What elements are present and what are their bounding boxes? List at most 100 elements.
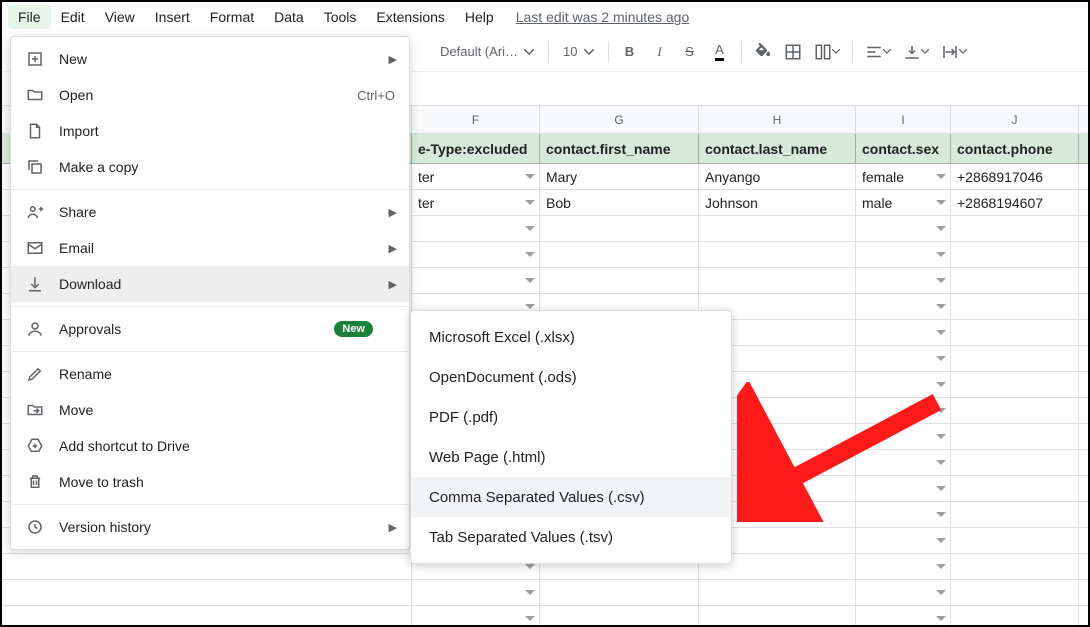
cell[interactable] — [412, 242, 540, 267]
cell[interactable]: Bob — [540, 190, 699, 215]
download-html[interactable]: Web Page (.html) — [411, 437, 731, 477]
download-ods[interactable]: OpenDocument (.ods) — [411, 357, 731, 397]
font-family-selector[interactable]: Default (Ari… — [434, 44, 540, 59]
dropdown-caret-icon[interactable] — [525, 304, 535, 310]
menu-help[interactable]: Help — [455, 5, 504, 29]
cell[interactable] — [856, 476, 951, 501]
cell[interactable]: Anyango — [699, 164, 856, 189]
cell[interactable] — [856, 528, 951, 553]
fill-color-button[interactable] — [750, 38, 776, 66]
menu-item-open[interactable]: Open Ctrl+O — [11, 77, 409, 113]
cell[interactable] — [856, 450, 951, 475]
menu-edit[interactable]: Edit — [51, 5, 95, 29]
cell[interactable] — [856, 606, 951, 625]
dropdown-caret-icon[interactable] — [525, 200, 535, 206]
cell[interactable] — [856, 398, 951, 423]
cell[interactable] — [412, 606, 540, 625]
download-csv[interactable]: Comma Separated Values (.csv) — [411, 477, 731, 517]
text-wrap-button[interactable] — [937, 38, 971, 66]
cell[interactable] — [540, 242, 699, 267]
cell[interactable] — [951, 372, 1079, 397]
cell[interactable] — [412, 216, 540, 241]
cell[interactable]: Mary — [540, 164, 699, 189]
menu-format[interactable]: Format — [200, 5, 264, 29]
cell[interactable] — [951, 450, 1079, 475]
cell[interactable] — [856, 346, 951, 371]
cell[interactable] — [699, 216, 856, 241]
dropdown-caret-icon[interactable] — [936, 356, 946, 362]
dropdown-caret-icon[interactable] — [525, 278, 535, 284]
cell[interactable]: ter — [412, 190, 540, 215]
cell[interactable] — [412, 268, 540, 293]
borders-button[interactable] — [780, 38, 806, 66]
dropdown-caret-icon[interactable] — [936, 434, 946, 440]
dropdown-caret-icon[interactable] — [525, 564, 535, 570]
menu-item-make-copy[interactable]: Make a copy — [11, 149, 409, 185]
cell[interactable]: +2868194607 — [951, 190, 1079, 215]
menu-item-add-shortcut[interactable]: Add shortcut to Drive — [11, 428, 409, 464]
cell[interactable] — [856, 216, 951, 241]
cell[interactable]: Johnson — [699, 190, 856, 215]
dropdown-caret-icon[interactable] — [936, 252, 946, 258]
menu-file[interactable]: File — [8, 5, 51, 29]
dropdown-caret-icon[interactable] — [525, 616, 535, 622]
cell[interactable] — [951, 476, 1079, 501]
menu-item-rename[interactable]: Rename — [11, 356, 409, 392]
dropdown-caret-icon[interactable] — [936, 174, 946, 180]
dropdown-caret-icon[interactable] — [936, 304, 946, 310]
header-cell[interactable]: contact.sex — [856, 134, 951, 163]
dropdown-caret-icon[interactable] — [525, 590, 535, 596]
download-tsv[interactable]: Tab Separated Values (.tsv) — [411, 517, 731, 557]
cell[interactable] — [699, 242, 856, 267]
cell[interactable] — [412, 580, 540, 605]
menu-item-trash[interactable]: Move to trash — [11, 464, 409, 500]
dropdown-caret-icon[interactable] — [936, 278, 946, 284]
col-header-i[interactable]: I — [856, 106, 951, 133]
menu-item-version-history[interactable]: Version history ▶ — [11, 509, 409, 545]
cell[interactable] — [951, 606, 1079, 625]
menu-item-share[interactable]: Share ▶ — [11, 194, 409, 230]
menu-extensions[interactable]: Extensions — [366, 5, 454, 29]
dropdown-caret-icon[interactable] — [936, 382, 946, 388]
cell[interactable] — [540, 580, 699, 605]
header-cell[interactable]: e-Type:excluded — [412, 134, 540, 163]
menu-data[interactable]: Data — [264, 5, 314, 29]
header-cell[interactable]: contact.first_name — [540, 134, 699, 163]
menu-view[interactable]: View — [95, 5, 145, 29]
italic-button[interactable]: I — [647, 38, 673, 66]
cell[interactable] — [951, 294, 1079, 319]
cell[interactable] — [699, 268, 856, 293]
cell[interactable] — [699, 606, 856, 625]
cell[interactable] — [951, 528, 1079, 553]
cell[interactable]: ter — [412, 164, 540, 189]
header-cell[interactable]: contact.last_name — [699, 134, 856, 163]
col-header-j[interactable]: J — [951, 106, 1079, 133]
dropdown-caret-icon[interactable] — [936, 200, 946, 206]
dropdown-caret-icon[interactable] — [525, 226, 535, 232]
dropdown-caret-icon[interactable] — [936, 564, 946, 570]
cell[interactable] — [699, 580, 856, 605]
cell[interactable] — [951, 554, 1079, 579]
download-pdf[interactable]: PDF (.pdf) — [411, 397, 731, 437]
download-xlsx[interactable]: Microsoft Excel (.xlsx) — [411, 317, 731, 357]
strikethrough-button[interactable]: S — [677, 38, 703, 66]
cell[interactable] — [856, 242, 951, 267]
cell[interactable] — [951, 346, 1079, 371]
cell[interactable] — [856, 554, 951, 579]
cell[interactable] — [951, 502, 1079, 527]
cell[interactable] — [951, 424, 1079, 449]
dropdown-caret-icon[interactable] — [525, 252, 535, 258]
cell[interactable] — [540, 216, 699, 241]
dropdown-caret-icon[interactable] — [525, 174, 535, 180]
dropdown-caret-icon[interactable] — [936, 616, 946, 622]
menu-item-email[interactable]: Email ▶ — [11, 230, 409, 266]
menu-item-download[interactable]: Download ▶ — [11, 266, 409, 302]
cell[interactable] — [540, 268, 699, 293]
cell[interactable]: +2868917046 — [951, 164, 1079, 189]
merge-cells-button[interactable] — [810, 38, 844, 66]
dropdown-caret-icon[interactable] — [936, 226, 946, 232]
cell[interactable] — [540, 606, 699, 625]
menu-insert[interactable]: Insert — [145, 5, 200, 29]
menu-item-new[interactable]: New ▶ — [11, 41, 409, 77]
menu-item-import[interactable]: Import — [11, 113, 409, 149]
